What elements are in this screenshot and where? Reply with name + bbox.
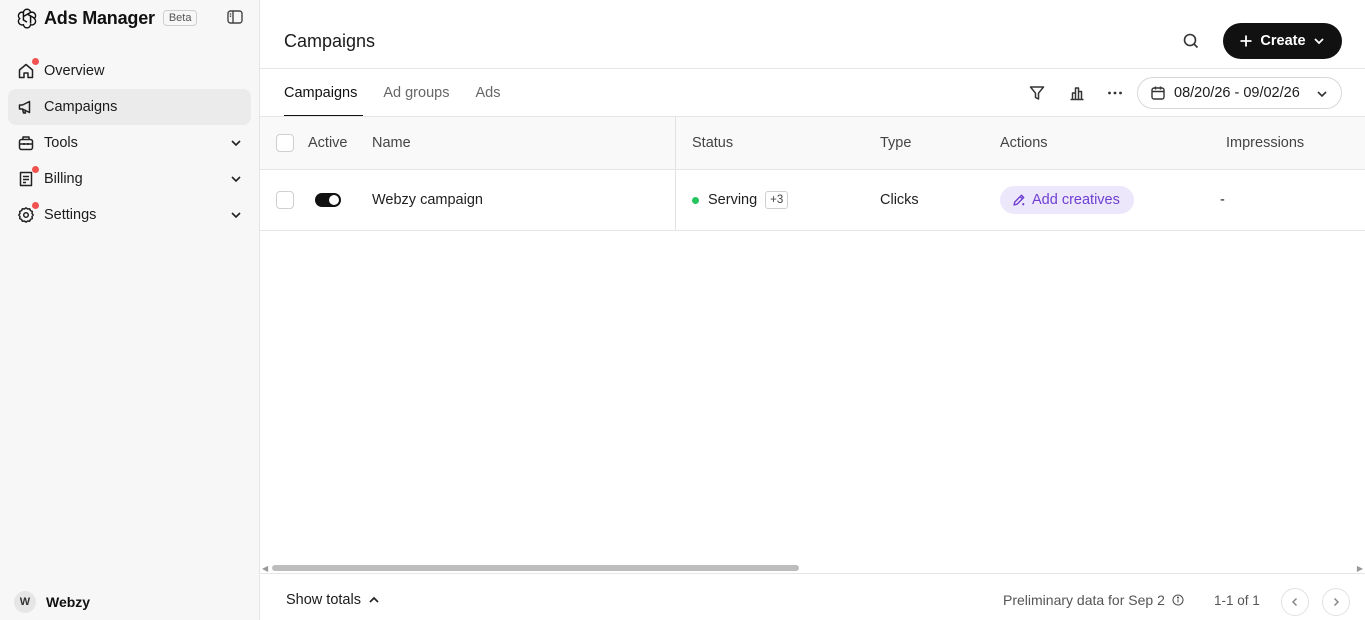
info-icon[interactable] bbox=[1172, 594, 1184, 606]
sidebar: Ads Manager Beta Overview Campaigns Tool… bbox=[0, 0, 260, 620]
sidebar-item-billing[interactable]: Billing bbox=[8, 161, 251, 197]
chevron-up-icon bbox=[367, 593, 381, 607]
notification-dot bbox=[32, 166, 39, 173]
openai-logo-icon bbox=[16, 7, 38, 29]
campaign-name[interactable]: Webzy campaign bbox=[372, 170, 483, 230]
more-options-icon[interactable] bbox=[1106, 84, 1124, 102]
sidebar-toggle-icon[interactable] bbox=[227, 10, 243, 24]
table-row[interactable]: Webzy campaign Serving +3 Clicks Add cre… bbox=[260, 170, 1365, 231]
chevron-down-icon bbox=[1315, 87, 1329, 101]
table-header: Active Name Status Type Actions Impressi… bbox=[260, 116, 1365, 170]
megaphone-icon bbox=[16, 97, 36, 117]
sidebar-item-label: Settings bbox=[44, 207, 97, 223]
scroll-left-arrow-icon[interactable]: ◀ bbox=[262, 564, 268, 573]
main-content: Campaigns Create Campaigns Ad groups Ads… bbox=[260, 0, 1365, 620]
column-header-type[interactable]: Type bbox=[880, 117, 911, 169]
preliminary-data-label: Preliminary data for Sep 2 bbox=[1003, 592, 1165, 608]
pagination-count: 1-1 of 1 bbox=[1214, 593, 1260, 608]
sidebar-item-label: Campaigns bbox=[44, 99, 118, 115]
sidebar-item-label: Overview bbox=[44, 63, 105, 79]
brand: Ads Manager Beta bbox=[16, 6, 198, 30]
column-header-impressions[interactable]: Impressions bbox=[1226, 117, 1304, 169]
sidebar-item-label: Billing bbox=[44, 171, 83, 187]
sidebar-item-tools[interactable]: Tools bbox=[8, 125, 251, 161]
create-button-label: Create bbox=[1260, 33, 1306, 49]
tab-campaigns[interactable]: Campaigns bbox=[284, 69, 364, 117]
active-toggle[interactable] bbox=[315, 193, 341, 207]
column-header-name[interactable]: Name bbox=[372, 117, 411, 169]
sidebar-item-settings[interactable]: Settings bbox=[8, 197, 251, 233]
scroll-right-arrow-icon[interactable]: ▶ bbox=[1357, 564, 1363, 573]
scrollbar-thumb[interactable] bbox=[272, 565, 799, 571]
divider bbox=[260, 573, 1365, 574]
calendar-icon bbox=[1150, 85, 1166, 101]
chevron-down-icon bbox=[1312, 34, 1326, 48]
page-title: Campaigns bbox=[284, 31, 376, 51]
status-more-badge[interactable]: +3 bbox=[765, 191, 789, 209]
tab-ad-groups[interactable]: Ad groups bbox=[383, 69, 449, 117]
gear-icon bbox=[16, 202, 39, 225]
column-divider bbox=[675, 170, 676, 230]
column-divider bbox=[675, 117, 676, 169]
home-icon bbox=[16, 58, 39, 81]
sidebar-nav: Overview Campaigns Tools Billing Setting… bbox=[8, 53, 251, 233]
impressions-cell: - bbox=[1220, 192, 1225, 208]
create-button[interactable]: Create bbox=[1223, 23, 1342, 59]
notification-dot bbox=[32, 202, 39, 209]
bar-chart-icon[interactable] bbox=[1068, 84, 1086, 102]
notification-dot bbox=[32, 58, 39, 65]
campaigns-table: Active Name Status Type Actions Impressi… bbox=[260, 116, 1365, 231]
show-totals-label: Show totals bbox=[286, 592, 361, 608]
account-switcher[interactable]: W Webzy bbox=[14, 591, 90, 613]
date-range-label: 08/20/26 - 09/02/26 bbox=[1174, 85, 1300, 101]
chevron-down-icon bbox=[229, 208, 243, 222]
add-creatives-label: Add creatives bbox=[1032, 192, 1120, 208]
column-header-active[interactable]: Active bbox=[308, 117, 348, 169]
chevron-down-icon bbox=[229, 172, 243, 186]
row-select-cell bbox=[276, 170, 294, 230]
next-page-button[interactable] bbox=[1322, 588, 1350, 616]
type-cell: Clicks bbox=[880, 192, 919, 208]
sidebar-item-label: Tools bbox=[44, 135, 78, 151]
search-icon[interactable] bbox=[1181, 31, 1201, 51]
sidebar-item-overview[interactable]: Overview bbox=[8, 53, 251, 89]
beta-badge: Beta bbox=[162, 10, 198, 26]
pencil-icon bbox=[1012, 193, 1026, 207]
account-name: Webzy bbox=[46, 594, 91, 610]
app-title: Ads Manager bbox=[44, 7, 155, 28]
chevron-left-icon bbox=[1291, 597, 1298, 607]
status-indicator bbox=[692, 196, 699, 204]
preliminary-data-note: Preliminary data for Sep 2 bbox=[1003, 592, 1184, 608]
plus-icon bbox=[1239, 34, 1253, 48]
toolbox-icon bbox=[16, 133, 36, 153]
select-all-cell bbox=[276, 117, 294, 169]
chevron-right-icon bbox=[1333, 597, 1340, 607]
row-checkbox[interactable] bbox=[276, 191, 294, 209]
tab-bar: Campaigns Ad groups Ads bbox=[284, 69, 526, 117]
status-cell: Serving +3 bbox=[692, 170, 789, 230]
previous-page-button[interactable] bbox=[1281, 588, 1309, 616]
select-all-checkbox[interactable] bbox=[276, 134, 294, 152]
chevron-down-icon bbox=[229, 136, 243, 150]
actions-cell: Add creatives bbox=[1000, 170, 1134, 230]
date-range-picker[interactable]: 08/20/26 - 09/02/26 bbox=[1137, 77, 1342, 109]
tab-ads[interactable]: Ads bbox=[475, 69, 500, 117]
receipt-icon bbox=[16, 166, 39, 189]
column-header-actions[interactable]: Actions bbox=[1000, 117, 1048, 169]
status-text: Serving bbox=[708, 192, 758, 208]
sidebar-item-campaigns[interactable]: Campaigns bbox=[8, 89, 251, 125]
active-cell bbox=[315, 170, 341, 230]
add-creatives-button[interactable]: Add creatives bbox=[1000, 186, 1134, 214]
show-totals-button[interactable]: Show totals bbox=[286, 592, 381, 608]
column-header-status[interactable]: Status bbox=[692, 117, 733, 169]
filter-icon[interactable] bbox=[1028, 84, 1046, 102]
avatar: W bbox=[14, 591, 36, 613]
